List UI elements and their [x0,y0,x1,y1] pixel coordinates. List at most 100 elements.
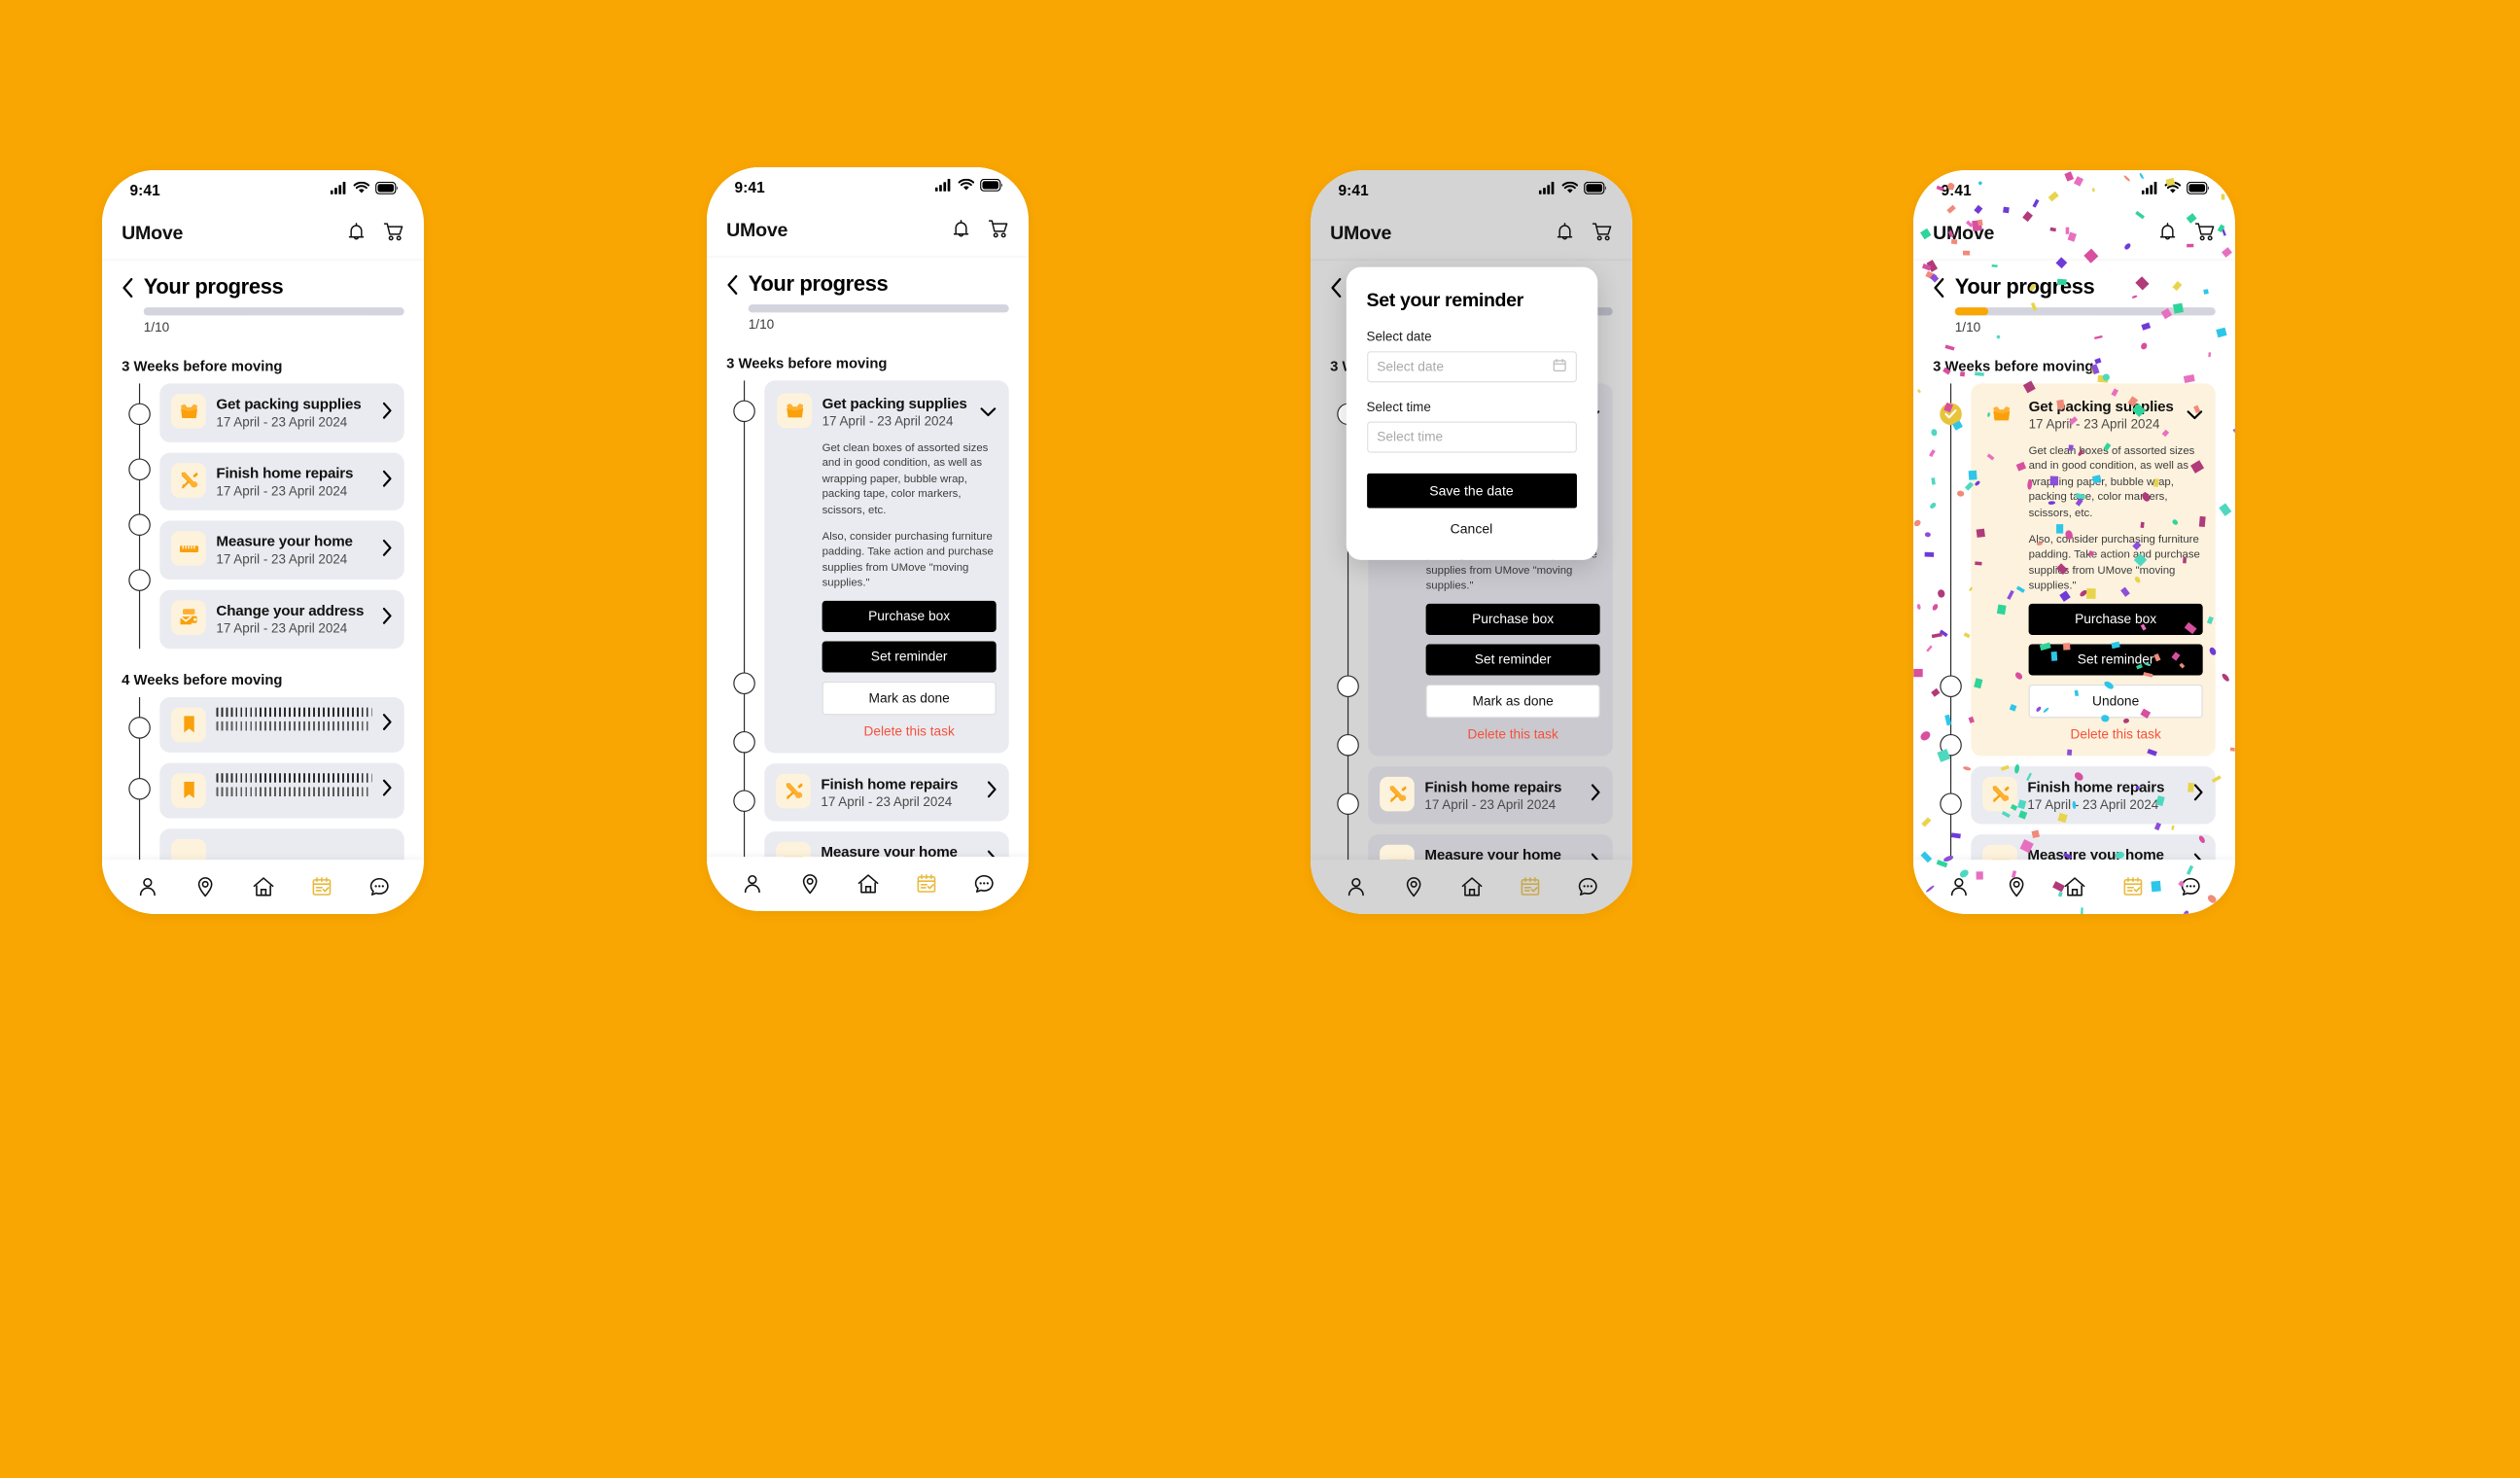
calendar-icon[interactable] [1552,357,1566,377]
timeline-section-1: Get packing supplies 17 April - 23 April… [122,383,404,649]
list-item-placeholder[interactable] [159,762,404,818]
task-card[interactable]: Measure your home 17 April - 23 April 20… [1971,834,2216,861]
nav-home-icon[interactable] [2063,876,2086,898]
chevron-right-icon[interactable] [987,849,998,858]
content-inner: Your progress 1/10 3 Weeks before moving [1933,259,2216,861]
select-date-input[interactable]: Select date [1366,351,1577,383]
task-card[interactable]: Measure your home 17 April - 23 April 20… [764,831,1009,858]
nav-checklist-icon[interactable] [1519,876,1541,898]
set-reminder-button[interactable]: Set reminder [1425,644,1600,676]
cart-icon[interactable] [2194,222,2215,247]
progress-bar [748,304,1009,313]
status-time: 9:41 [1941,181,1972,199]
bell-icon[interactable] [953,219,970,244]
nav-chat-icon[interactable] [2179,876,2201,898]
timeline-node [733,672,755,695]
nav-chat-icon[interactable] [368,876,390,898]
save-the-date-button[interactable]: Save the date [1366,473,1577,509]
status-bar: 9:41 [707,167,1029,207]
chevron-right-icon[interactable] [987,781,998,804]
cart-icon[interactable] [383,222,403,247]
purchase-box-button[interactable]: Purchase box [822,600,997,632]
bell-icon[interactable] [348,222,366,247]
chevron-right-icon[interactable] [1591,852,1601,861]
list-item-placeholder[interactable] [159,827,404,861]
bell-icon[interactable] [2159,222,2177,247]
nav-checklist-icon[interactable] [915,873,937,896]
chevron-right-icon[interactable] [382,471,393,494]
mark-as-done-button[interactable]: Mark as done [822,681,997,715]
chevron-right-icon[interactable] [1591,784,1601,807]
nav-home-icon[interactable] [1460,876,1484,898]
cart-icon[interactable] [1592,222,1612,247]
chevron-down-icon[interactable] [2187,405,2203,425]
chevron-right-icon[interactable] [382,539,393,562]
task-card-header[interactable]: Get packing supplies 17 April - 23 April… [1983,397,2203,435]
nav-chat-icon[interactable] [1576,876,1598,898]
status-time: 9:41 [1338,181,1369,199]
chevron-right-icon[interactable] [382,779,393,802]
chevron-right-icon[interactable] [382,713,393,736]
page-header-right: Your progress 1/10 [748,271,1009,333]
task-card-header[interactable]: Get packing supplies 17 April - 23 April… [777,393,997,432]
task-card-expanded-completed[interactable]: Get packing supplies 17 April - 23 April… [1971,383,2216,757]
cancel-button[interactable]: Cancel [1367,521,1577,538]
nav-location-icon[interactable] [798,873,821,896]
chevron-right-icon[interactable] [382,402,393,425]
task-card[interactable]: Measure your home 17 April - 23 April 20… [1368,834,1613,861]
undone-button[interactable]: Undone [2028,684,2203,718]
placeholder-line [216,707,372,717]
nav-location-icon[interactable] [1402,876,1424,898]
task-card[interactable]: Change your address 17 April - 23 April … [159,589,404,649]
mark-as-done-button[interactable]: Mark as done [1425,684,1600,718]
wifi-icon [353,179,370,199]
timeline-node [1337,792,1359,816]
select-time-input[interactable]: Select time [1366,421,1577,453]
delete-task-button[interactable]: Delete this task [822,725,997,739]
chevron-down-icon[interactable] [980,402,997,422]
page-header-right: Your progress 1/10 [143,274,404,335]
chevron-right-icon[interactable] [2193,784,2204,807]
nav-person-icon[interactable] [136,876,158,898]
set-reminder-button[interactable]: Set reminder [2028,644,2203,676]
nav-checklist-icon[interactable] [2121,876,2144,898]
task-card-expanded[interactable]: Get packing supplies 17 April - 23 April… [764,380,1009,754]
task-card[interactable]: Finish home repairs 17 April - 23 April … [159,452,404,511]
back-chevron-icon[interactable] [122,277,134,303]
timeline-node [733,400,755,423]
chevron-right-icon[interactable] [382,608,393,631]
nav-location-icon[interactable] [193,876,216,898]
purchase-box-button[interactable]: Purchase box [1425,603,1600,635]
timeline-node [733,731,755,754]
nav-person-icon[interactable] [1947,876,1970,898]
cart-icon[interactable] [988,219,1008,244]
task-dates: 17 April - 23 April 2024 [1424,797,1557,813]
nav-person-icon[interactable] [1345,876,1367,898]
nav-home-icon[interactable] [252,876,275,898]
task-card[interactable]: Get packing supplies 17 April - 23 April… [159,383,404,442]
delete-task-button[interactable]: Delete this task [1426,728,1600,742]
task-title: Measure your home [1424,846,1561,861]
task-text: Measure your home 17 April - 23 April 20… [216,532,371,570]
set-reminder-button[interactable]: Set reminder [822,641,997,673]
nav-home-icon[interactable] [857,873,880,896]
purchase-box-button[interactable]: Purchase box [2028,603,2203,635]
task-card[interactable]: Finish home repairs 17 April - 23 April … [1971,765,2216,825]
back-chevron-icon[interactable] [726,274,739,300]
bell-icon[interactable] [1557,222,1574,247]
nav-checklist-icon[interactable] [310,876,332,898]
chevron-right-icon[interactable] [2193,852,2204,861]
phone-mockup-1: 9:41 UMove Your progress 1/10 3 Weeks be… [102,170,424,914]
task-card[interactable]: Finish home repairs 17 April - 23 April … [1368,765,1613,825]
bottom-navigation [1913,860,2235,914]
task-card[interactable]: Measure your home 17 April - 23 April 20… [159,521,404,581]
back-chevron-icon[interactable] [1933,277,1945,303]
back-chevron-icon[interactable] [1330,277,1343,303]
delete-task-button[interactable]: Delete this task [2029,728,2203,742]
page-header: Your progress 1/10 [122,259,404,335]
task-card[interactable]: Finish home repairs 17 April - 23 April … [764,762,1009,822]
nav-chat-icon[interactable] [972,873,995,896]
nav-location-icon[interactable] [2005,876,2027,898]
list-item-placeholder[interactable] [159,696,404,753]
nav-person-icon[interactable] [741,873,763,896]
